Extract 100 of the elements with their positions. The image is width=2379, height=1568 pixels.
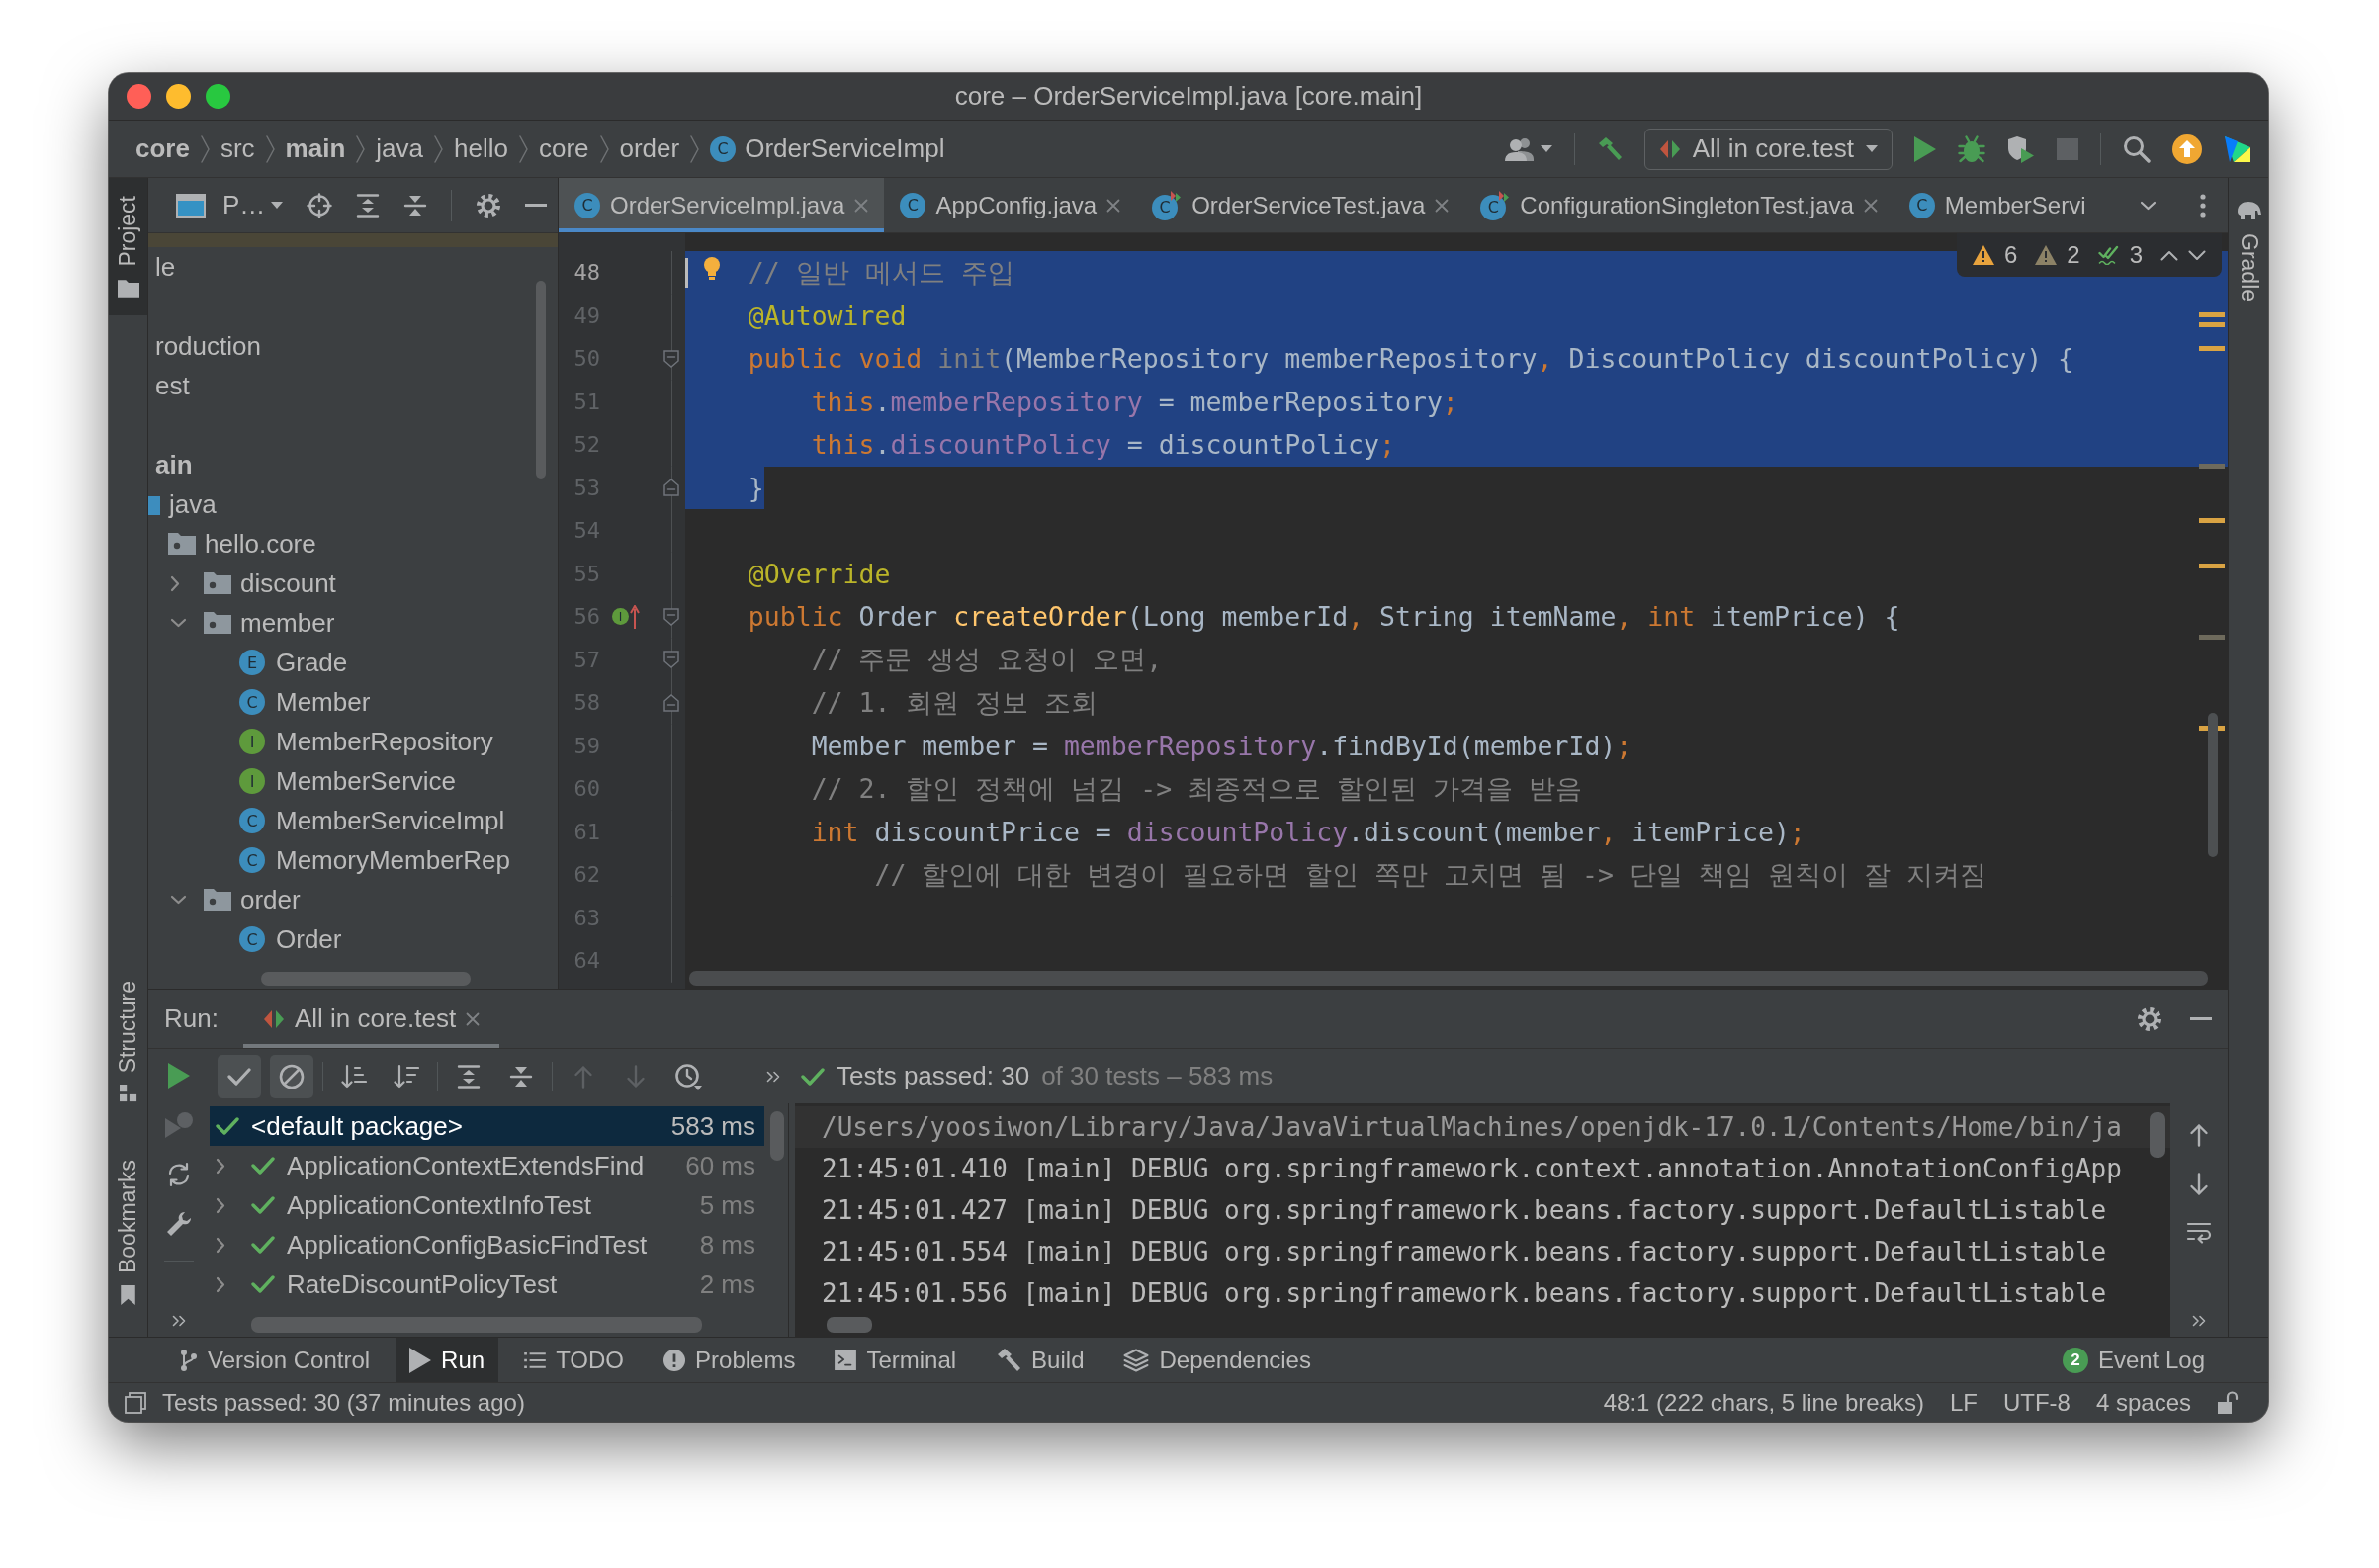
caret-icon[interactable] [271, 202, 284, 209]
hammer-icon[interactable] [996, 1347, 1022, 1373]
toggle-button[interactable] [270, 1054, 313, 1098]
breadcrumb[interactable]: main [285, 133, 346, 164]
sort-icon[interactable] [394, 1063, 419, 1089]
tree-item[interactable]: roduction [155, 330, 261, 362]
shield-icon[interactable] [2007, 134, 2035, 163]
tool-window-button[interactable]: Version Control [166, 1338, 385, 1382]
search-icon[interactable] [2123, 134, 2151, 163]
tool-window-button[interactable]: 2 Event Log [2048, 1338, 2219, 1382]
chevron-right-icon[interactable] [216, 1275, 225, 1293]
chevron-right-icon[interactable] [216, 1157, 225, 1175]
tree-item[interactable]: Member [276, 686, 371, 718]
tree-item[interactable]: order [240, 884, 301, 915]
breadcrumb[interactable]: C OrderServiceImpl [710, 133, 945, 164]
tool-window-tab[interactable]: Gradle [2229, 178, 2268, 320]
run-icon[interactable] [168, 1063, 190, 1089]
run-tab[interactable]: All in core.test [242, 990, 500, 1048]
test-name[interactable]: RateDiscountPolicyTest [287, 1268, 558, 1300]
test-name[interactable]: ApplicationContextExtendsFind [287, 1150, 645, 1181]
caret-icon[interactable] [1540, 145, 1552, 152]
tool-window-tab[interactable]: Project [109, 178, 147, 315]
fold-marker-icon[interactable] [663, 651, 679, 669]
squares-icon[interactable] [125, 1391, 146, 1414]
tree-item[interactable]: hello.core [205, 528, 316, 560]
close-icon[interactable] [1106, 198, 1121, 213]
fold-marker-icon[interactable] [663, 693, 679, 712]
test-name[interactable]: ApplicationConfigBasicFindTest [287, 1229, 648, 1261]
more-icon[interactable] [2200, 193, 2206, 218]
breadcrumb[interactable]: core [538, 133, 589, 164]
scrollbar-thumb[interactable] [827, 1317, 872, 1333]
tool-window-button[interactable]: Problems [650, 1338, 810, 1382]
close-icon[interactable] [1435, 198, 1450, 213]
chevron-down-icon[interactable] [2188, 249, 2206, 261]
window-icon[interactable] [176, 193, 206, 218]
cursor-position[interactable]: 48:1 (222 chars, 5 line breaks) [1603, 1388, 1924, 1417]
minimize-icon[interactable] [525, 204, 548, 207]
editor-tab[interactable]: C MemberServi [1893, 178, 2102, 232]
tool-window-tab[interactable]: Structure [109, 962, 147, 1120]
tree-item[interactable]: java [169, 488, 217, 520]
scrollbar-thumb[interactable] [251, 1317, 702, 1333]
clock-icon[interactable] [674, 1062, 702, 1090]
bug-icon[interactable] [1958, 134, 1985, 163]
line-separator[interactable]: LF [1949, 1388, 1978, 1417]
tree-item[interactable]: MemberService [276, 765, 457, 797]
fold-marker-icon[interactable] [663, 607, 679, 626]
view-selector[interactable]: P… [222, 190, 284, 220]
sync-icon[interactable] [166, 1162, 192, 1187]
tree-item[interactable]: MemoryMemberRep [276, 844, 510, 876]
up-arrow-circle-icon[interactable] [2172, 133, 2202, 164]
chevron-down-icon[interactable] [170, 618, 187, 628]
settings-icon[interactable] [476, 192, 502, 218]
tool-window-button[interactable]: Terminal [821, 1338, 971, 1382]
wrap-icon[interactable] [2186, 1222, 2212, 1244]
tool-window-button[interactable]: Build [982, 1338, 1099, 1382]
chevron-down-icon[interactable] [2140, 200, 2157, 211]
double-chevron-icon[interactable] [172, 1315, 186, 1327]
scrollbar-thumb[interactable] [2208, 713, 2218, 857]
tool-window-button[interactable]: Dependencies [1109, 1338, 1325, 1382]
bulb-icon[interactable] [703, 257, 721, 281]
problem-count[interactable]: 3 [2129, 241, 2143, 269]
chevron-right-icon[interactable] [216, 1196, 225, 1214]
window-zoom-icon[interactable] [206, 84, 230, 109]
breadcrumb[interactable]: core [135, 133, 190, 164]
editor-tab[interactable]: C AppConfig.java [884, 178, 1137, 232]
wrench-icon[interactable] [166, 1211, 192, 1237]
tree-item[interactable]: le [155, 251, 176, 283]
settings-icon[interactable] [2137, 1005, 2162, 1032]
crosshair-icon[interactable] [307, 192, 333, 218]
test-name[interactable]: ApplicationContextInfoTest [287, 1189, 591, 1221]
double-chevron-icon[interactable] [2192, 1315, 2206, 1327]
status-message[interactable]: Tests passed: 30 (37 minutes ago) [162, 1388, 525, 1417]
tree-item[interactable]: ain [155, 449, 193, 480]
sort-icon[interactable] [341, 1063, 367, 1089]
editor-tab[interactable]: C OrderServiceImpl.java [559, 178, 885, 232]
tree-item[interactable]: Grade [276, 647, 348, 678]
editor-tab[interactable]: C ConfigurationSingletonTest.java [1464, 178, 1894, 232]
scrollbar-thumb[interactable] [2150, 1112, 2165, 1158]
run-icon[interactable] [1914, 135, 1936, 162]
collapse-all-icon[interactable] [403, 193, 428, 218]
tool-window-button[interactable]: Run [396, 1338, 499, 1382]
scrollbar-thumb[interactable] [689, 971, 2208, 986]
tool-window-tab[interactable]: Bookmarks [109, 1141, 147, 1323]
expand-all-icon[interactable] [356, 193, 381, 218]
chevron-up-icon[interactable] [2160, 249, 2178, 261]
window-minimize-icon[interactable] [166, 84, 191, 109]
scrollbar-thumb[interactable] [536, 281, 546, 479]
double-chevron-icon[interactable] [766, 1070, 780, 1083]
arrow-down-icon[interactable] [2189, 1173, 2209, 1196]
lock-open-icon[interactable] [2217, 1390, 2239, 1415]
problem-count[interactable]: 2 [2067, 241, 2080, 269]
breadcrumb[interactable]: java [376, 133, 423, 164]
fold-marker-icon[interactable] [663, 479, 679, 497]
expand-all-icon[interactable] [457, 1064, 481, 1089]
breadcrumb[interactable]: hello [454, 133, 508, 164]
close-icon[interactable] [1863, 198, 1878, 213]
tool-window-button[interactable]: TODO [510, 1338, 639, 1382]
problem-count[interactable]: 6 [2003, 241, 2018, 269]
fold-marker-icon[interactable] [663, 349, 679, 368]
toggle-button[interactable] [218, 1054, 261, 1098]
